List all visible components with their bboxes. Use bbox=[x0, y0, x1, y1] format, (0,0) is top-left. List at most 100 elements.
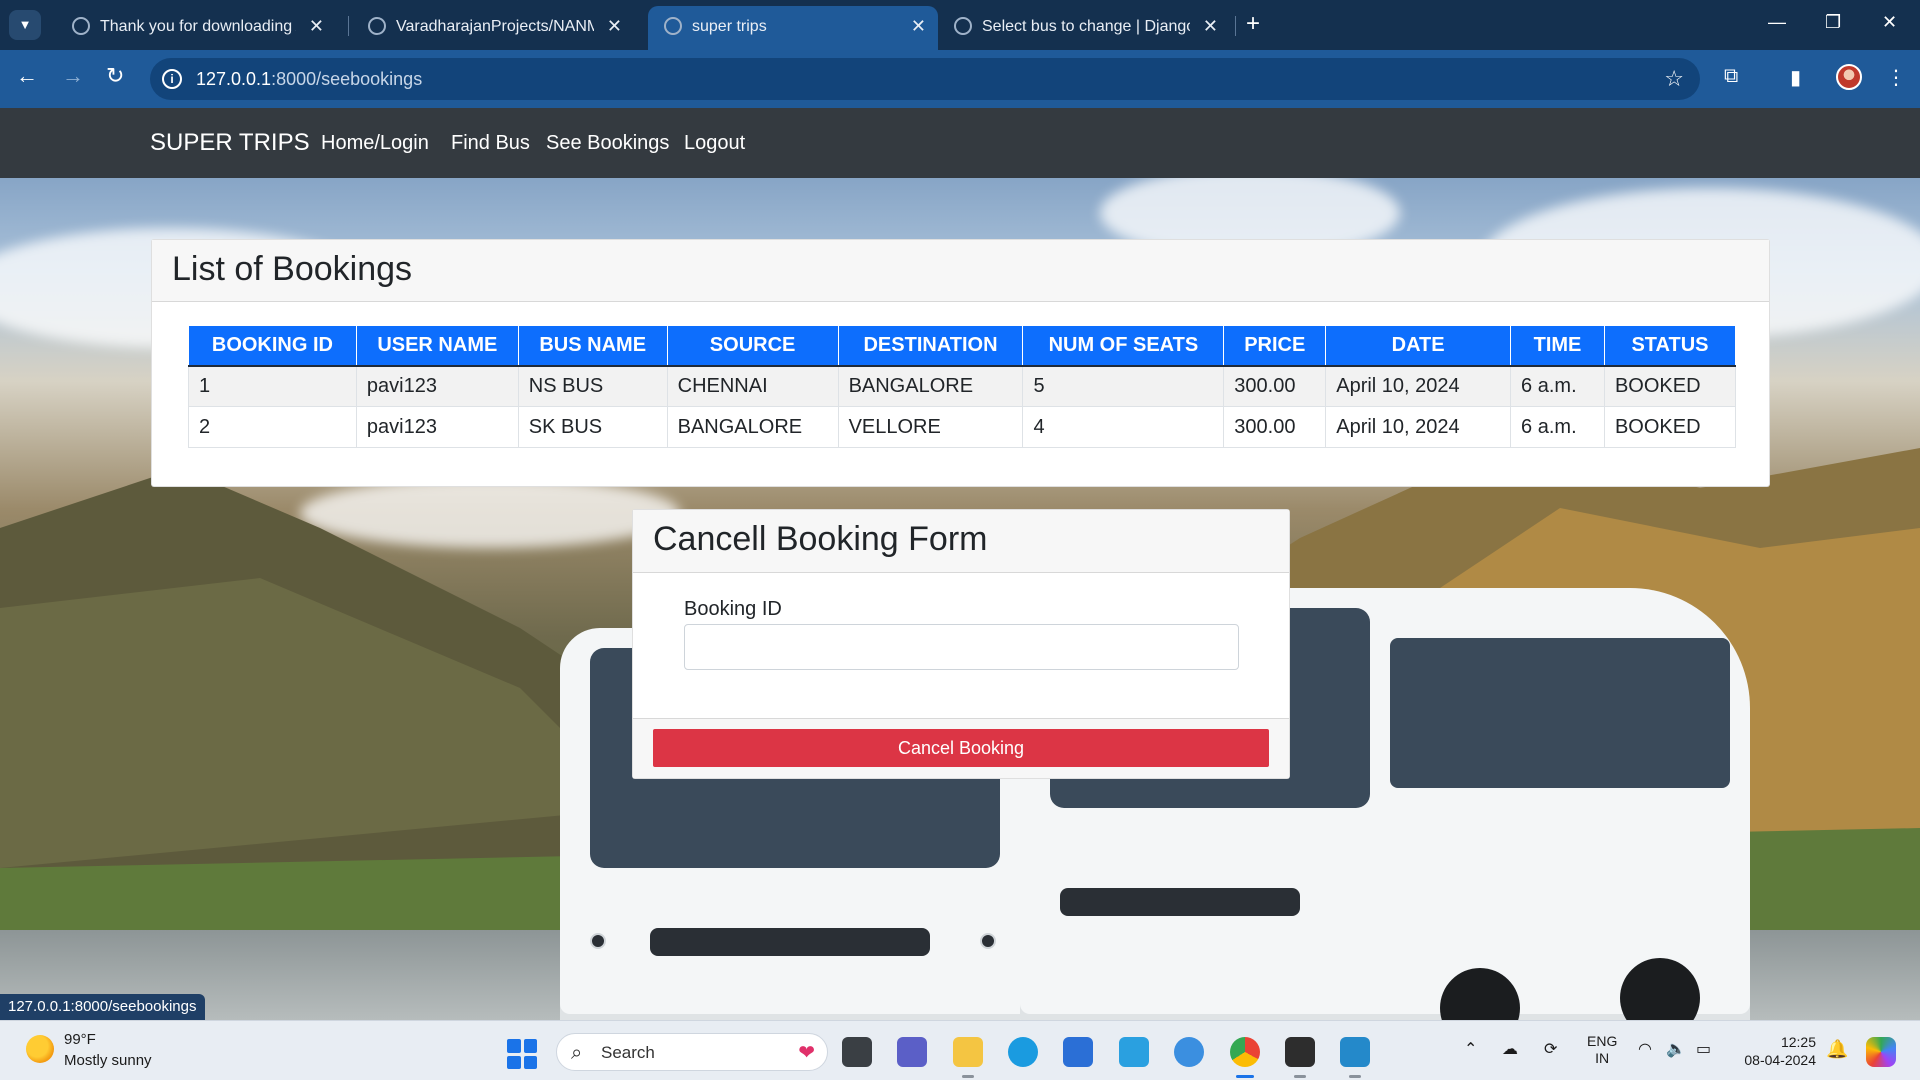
url-host: 127.0.0.1 bbox=[196, 69, 272, 89]
search-icon: ⌕ bbox=[571, 1042, 583, 1064]
close-icon[interactable]: ✕ bbox=[1203, 16, 1218, 37]
column-header: BUS NAME bbox=[517, 325, 668, 367]
new-tab-icon[interactable]: + bbox=[1246, 12, 1260, 36]
globe-icon bbox=[954, 17, 972, 35]
onedrive-icon[interactable]: ☁ bbox=[1502, 1039, 1518, 1059]
star-icon[interactable]: ☆ bbox=[1664, 66, 1684, 92]
weather-description[interactable]: Mostly sunny bbox=[64, 1052, 152, 1069]
language-indicator[interactable]: ENG IN bbox=[1587, 1033, 1617, 1067]
file-explorer-icon[interactable] bbox=[953, 1037, 983, 1078]
edge-icon[interactable] bbox=[1008, 1037, 1038, 1067]
tab-anydesk[interactable]: Thank you for downloading Any ✕ bbox=[56, 6, 336, 50]
cell-bus-name: SK BUS bbox=[517, 406, 668, 448]
side-panel-icon[interactable]: ▮ bbox=[1790, 65, 1801, 90]
windows-start-icon[interactable] bbox=[507, 1039, 537, 1069]
vscode-icon[interactable] bbox=[1340, 1037, 1370, 1078]
column-header: PRICE bbox=[1223, 325, 1327, 367]
nav-see-bookings[interactable]: See Bookings bbox=[546, 132, 669, 155]
cell-num-seats: 5 bbox=[1022, 365, 1225, 407]
chevron-up-icon[interactable]: ⌃ bbox=[1464, 1039, 1477, 1059]
store-icon[interactable] bbox=[1063, 1037, 1093, 1067]
weather-temperature[interactable]: 99°F bbox=[64, 1031, 96, 1048]
window-close-icon[interactable]: ✕ bbox=[1882, 12, 1897, 33]
table-row: 2 pavi123 SK BUS BANGALORE VELLORE 4 300… bbox=[188, 406, 1737, 448]
terminal-icon[interactable] bbox=[1285, 1037, 1315, 1078]
puzzle-icon[interactable]: ⧉ bbox=[1724, 65, 1738, 88]
tab-django-admin[interactable]: Select bus to change | Django s ✕ bbox=[938, 6, 1230, 50]
copilot-icon[interactable] bbox=[1866, 1037, 1896, 1067]
nav-logout[interactable]: Logout bbox=[684, 132, 745, 155]
close-icon[interactable]: ✕ bbox=[911, 16, 926, 37]
profile-avatar[interactable] bbox=[1836, 64, 1862, 90]
tab-title: VaradharajanProjects/NANMUD bbox=[396, 18, 594, 35]
cell-user-name: pavi123 bbox=[355, 365, 519, 407]
column-header: BOOKING ID bbox=[188, 325, 357, 367]
arrow-right-icon[interactable]: → bbox=[62, 64, 84, 88]
cell-time: 6 a.m. bbox=[1510, 365, 1605, 407]
weather-sun-icon[interactable] bbox=[26, 1035, 54, 1063]
column-header: DESTINATION bbox=[837, 325, 1024, 367]
cancel-card-footer: Cancel Booking bbox=[633, 718, 1289, 778]
globe-icon bbox=[72, 17, 90, 35]
nav-find-bus[interactable]: Find Bus bbox=[451, 132, 530, 155]
sync-icon[interactable]: ⟳ bbox=[1544, 1039, 1557, 1059]
booking-id-input[interactable] bbox=[684, 624, 1239, 670]
taskbar-clock[interactable]: 12:25 08-04-2024 bbox=[1736, 1033, 1816, 1069]
wifi-icon[interactable]: ◠ bbox=[1638, 1039, 1652, 1059]
nav-home-login[interactable]: Home/Login bbox=[321, 132, 429, 155]
reload-icon[interactable]: ↻ bbox=[106, 64, 124, 88]
cancel-card-header: Cancell Booking Form bbox=[633, 510, 1289, 573]
region-code: IN bbox=[1595, 1050, 1610, 1066]
column-header: DATE bbox=[1325, 325, 1512, 367]
browser-toolbar: ← → ↻ i 127.0.0.1:8000/seebookings ☆ ⧉ ▮… bbox=[0, 50, 1920, 108]
volume-icon[interactable]: 🔈 bbox=[1666, 1039, 1686, 1059]
cell-date: April 10, 2024 bbox=[1325, 365, 1512, 407]
web-page: SUPER TRIPS Home/Login Find Bus See Book… bbox=[0, 108, 1920, 1020]
column-header: USER NAME bbox=[355, 325, 519, 367]
help-icon[interactable] bbox=[1174, 1037, 1204, 1067]
column-header: NUM OF SEATS bbox=[1022, 325, 1225, 367]
close-icon[interactable]: ✕ bbox=[607, 16, 622, 37]
tab-title: super trips bbox=[692, 18, 767, 35]
site-brand[interactable]: SUPER TRIPS bbox=[150, 129, 310, 157]
cell-time: 6 a.m. bbox=[1510, 406, 1605, 448]
cancel-form-title: Cancell Booking Form bbox=[653, 520, 988, 558]
cell-status: BOOKED bbox=[1603, 406, 1737, 448]
tab-github[interactable]: VaradharajanProjects/NANMUD ✕ bbox=[352, 6, 634, 50]
info-icon[interactable]: i bbox=[162, 69, 182, 89]
globe-icon bbox=[664, 17, 682, 35]
tab-separator bbox=[348, 16, 349, 36]
tab-super-trips[interactable]: super trips ✕ bbox=[648, 6, 938, 50]
battery-icon[interactable]: ▭ bbox=[1696, 1039, 1711, 1059]
table-header-row: BOOKING ID USER NAME BUS NAME SOURCE DES… bbox=[188, 325, 1737, 367]
arrow-left-icon[interactable]: ← bbox=[16, 64, 38, 88]
search-highlight-icon: ❤ bbox=[798, 1042, 815, 1064]
chrome-icon[interactable] bbox=[1230, 1037, 1260, 1078]
close-icon[interactable]: ✕ bbox=[309, 16, 324, 37]
cancel-booking-button[interactable]: Cancel Booking bbox=[653, 729, 1269, 767]
cell-booking-id: 1 bbox=[188, 365, 357, 407]
minimize-icon[interactable]: — bbox=[1768, 12, 1786, 33]
taskbar-search[interactable]: ⌕ Search ❤ bbox=[556, 1033, 828, 1071]
myhp-icon[interactable] bbox=[1119, 1037, 1149, 1067]
teams-icon[interactable] bbox=[897, 1037, 927, 1067]
kebab-menu-icon[interactable]: ⋮ bbox=[1886, 65, 1906, 90]
table-row: 1 pavi123 NS BUS CHENNAI BANGALORE 5 300… bbox=[188, 365, 1737, 407]
bell-icon[interactable]: 🔔 bbox=[1826, 1039, 1848, 1060]
address-bar[interactable]: i 127.0.0.1:8000/seebookings ☆ bbox=[150, 58, 1700, 100]
restore-icon[interactable]: ❐ bbox=[1825, 12, 1841, 33]
site-navbar: SUPER TRIPS Home/Login Find Bus See Book… bbox=[0, 108, 1920, 178]
cell-bus-name: NS BUS bbox=[517, 365, 668, 407]
windows-taskbar: 99°F Mostly sunny ⌕ Search ❤ ⌃ ☁ ⟳ ENG I… bbox=[0, 1020, 1920, 1080]
task-view-icon[interactable] bbox=[842, 1037, 872, 1067]
cell-status: BOOKED bbox=[1603, 365, 1737, 407]
chevron-down-icon[interactable]: ▼ bbox=[9, 10, 41, 40]
search-placeholder: Search bbox=[601, 1043, 655, 1062]
bookings-table: BOOKING ID USER NAME BUS NAME SOURCE DES… bbox=[188, 325, 1737, 448]
url-text[interactable]: 127.0.0.1:8000/seebookings bbox=[196, 69, 422, 90]
cell-destination: VELLORE bbox=[837, 406, 1024, 448]
cell-user-name: pavi123 bbox=[355, 406, 519, 448]
cancel-booking-card: Cancell Booking Form Booking ID Cancel B… bbox=[632, 509, 1290, 779]
bookings-card: List of Bookings BOOKING ID USER NAME BU… bbox=[151, 239, 1770, 487]
cell-booking-id: 2 bbox=[188, 406, 357, 448]
